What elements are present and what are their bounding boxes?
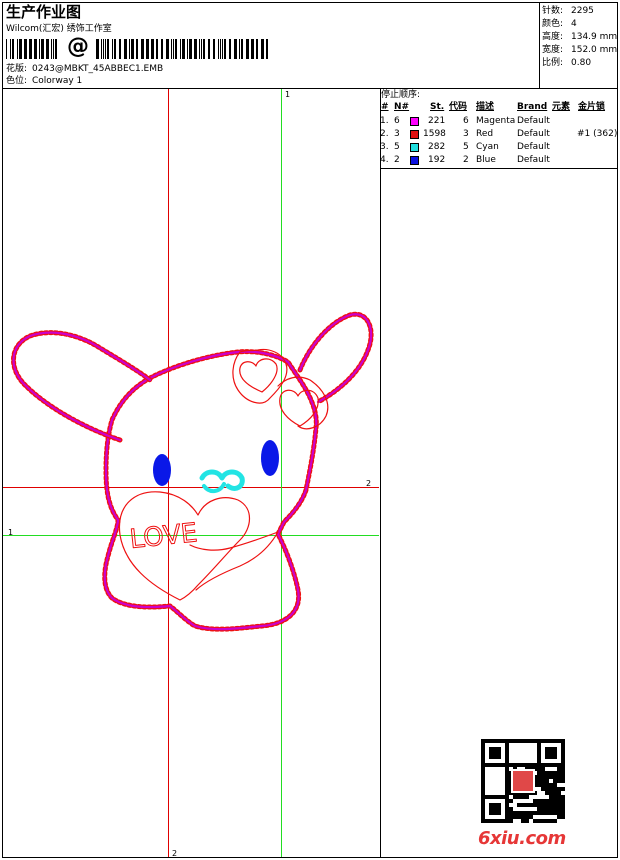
love-text: LOVE: [128, 518, 199, 555]
qr-module: [509, 819, 513, 823]
qr-module: [525, 795, 529, 799]
qr-module: [525, 819, 529, 823]
earR-zigzag: [297, 311, 374, 405]
left-eye: [153, 454, 171, 486]
love-arm-detail: [189, 531, 279, 591]
qr-code: [481, 739, 565, 823]
qr-module: [509, 799, 513, 803]
watermark-logo: 6xiu.com: [478, 828, 566, 849]
qr-module: [561, 815, 565, 819]
qr-module: [553, 755, 557, 759]
bow-heart-left: [239, 358, 278, 393]
qr-module: [553, 819, 557, 823]
right-eye: [261, 440, 279, 476]
left-ear-satin: [12, 331, 152, 442]
mouth-satin: [202, 482, 226, 493]
embroidery-design: LOVE: [11, 311, 374, 632]
qr-module: [497, 811, 501, 815]
qr-center-seal: [511, 769, 535, 793]
qr-module: [497, 755, 501, 759]
qr-module: [561, 779, 565, 783]
qr-module: [561, 787, 565, 791]
